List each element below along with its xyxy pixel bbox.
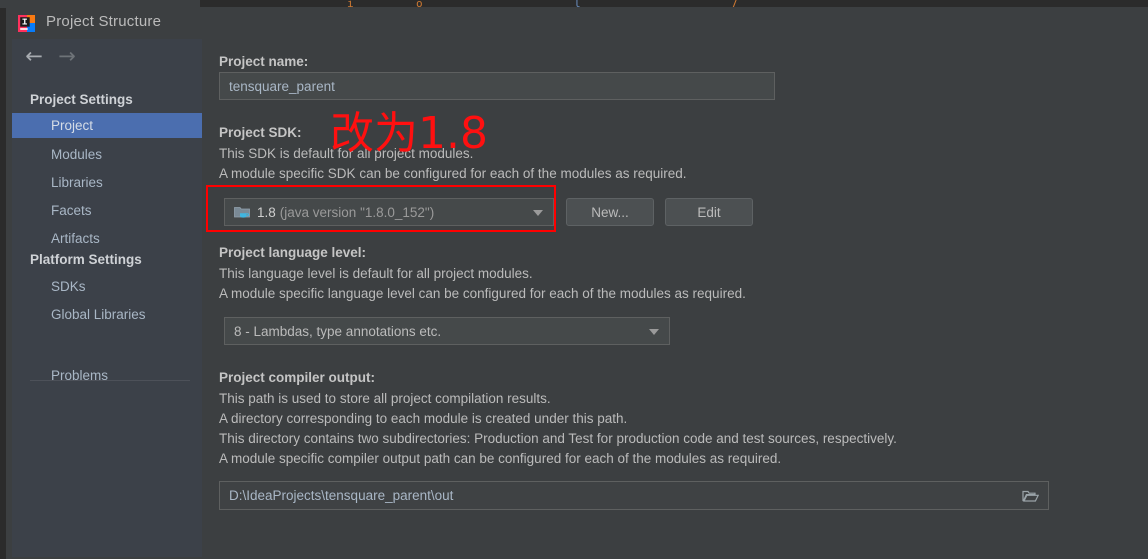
project-structure-dialog: Project Structure ← → Project Settings P…: [6, 7, 1148, 559]
sidebar-item-artifacts[interactable]: Artifacts: [12, 226, 202, 251]
compiler-output-description-line-2: A directory corresponding to each module…: [219, 411, 628, 426]
intellij-idea-icon: [18, 15, 35, 32]
folder-browse-icon[interactable]: [1022, 489, 1039, 503]
project-name-label: Project name:: [219, 54, 309, 69]
compiler-output-description-line-1: This path is used to store all project c…: [219, 391, 551, 406]
dialog-titlebar: Project Structure: [6, 7, 1148, 39]
compiler-output-description-line-4: A module specific compiler output path c…: [219, 451, 782, 466]
sidebar-group-platform-settings: Platform Settings: [30, 252, 142, 267]
settings-sidebar: ← → Project Settings Project Modules Lib…: [12, 39, 202, 557]
sidebar-item-sdks[interactable]: SDKs: [12, 274, 202, 299]
new-sdk-button[interactable]: New...: [566, 198, 654, 226]
sidebar-navbar: ← →: [12, 39, 202, 73]
compiler-output-path-input[interactable]: D:\IdeaProjects\tensquare_parent\out: [219, 481, 1049, 510]
dialog-title: Project Structure: [46, 13, 162, 30]
sidebar-item-global-libraries[interactable]: Global Libraries: [12, 302, 202, 327]
project-sdk-version: 1.8: [257, 204, 276, 220]
compiler-output-label: Project compiler output:: [219, 370, 376, 385]
language-level-label: Project language level:: [219, 245, 367, 260]
compiler-output-description-line-3: This directory contains two subdirectori…: [219, 431, 897, 446]
arrow-left-icon[interactable]: ←: [21, 45, 47, 67]
chevron-down-icon[interactable]: [533, 210, 543, 216]
language-level-combo[interactable]: 8 - Lambdas, type annotations etc.: [224, 317, 670, 345]
project-sdk-detail: (java version "1.8.0_152"): [279, 204, 435, 220]
edit-sdk-button[interactable]: Edit: [665, 198, 753, 226]
sidebar-item-libraries[interactable]: Libraries: [12, 170, 202, 195]
language-level-description-line-1: This language level is default for all p…: [219, 266, 533, 281]
project-sdk-description-line-1: This SDK is default for all project modu…: [219, 146, 474, 161]
sidebar-group-project-settings: Project Settings: [30, 92, 133, 107]
project-sdk-description-line-2: A module specific SDK can be configured …: [219, 166, 687, 181]
arrow-right-icon[interactable]: →: [54, 45, 80, 67]
sidebar-item-project[interactable]: Project: [12, 113, 202, 138]
project-settings-panel: Project name: tensquare_parent Project S…: [202, 39, 1148, 559]
project-sdk-combo[interactable]: 1.8 (java version "1.8.0_152"): [224, 198, 554, 226]
language-level-description-line-2: A module specific language level can be …: [219, 286, 746, 301]
compiler-output-path-value: D:\IdeaProjects\tensquare_parent\out: [229, 488, 454, 503]
jdk-folder-icon: [234, 207, 250, 218]
screen: i o l 7 Project Structure ← → Project Se…: [0, 0, 1148, 559]
sidebar-item-problems[interactable]: Problems: [12, 363, 202, 388]
project-sdk-label: Project SDK:: [219, 125, 302, 140]
project-name-input[interactable]: tensquare_parent: [219, 72, 775, 100]
sidebar-item-facets[interactable]: Facets: [12, 198, 202, 223]
sidebar-item-modules[interactable]: Modules: [12, 142, 202, 167]
chevron-down-icon[interactable]: [649, 329, 659, 335]
language-level-value: 8 - Lambdas, type annotations etc.: [234, 323, 442, 339]
